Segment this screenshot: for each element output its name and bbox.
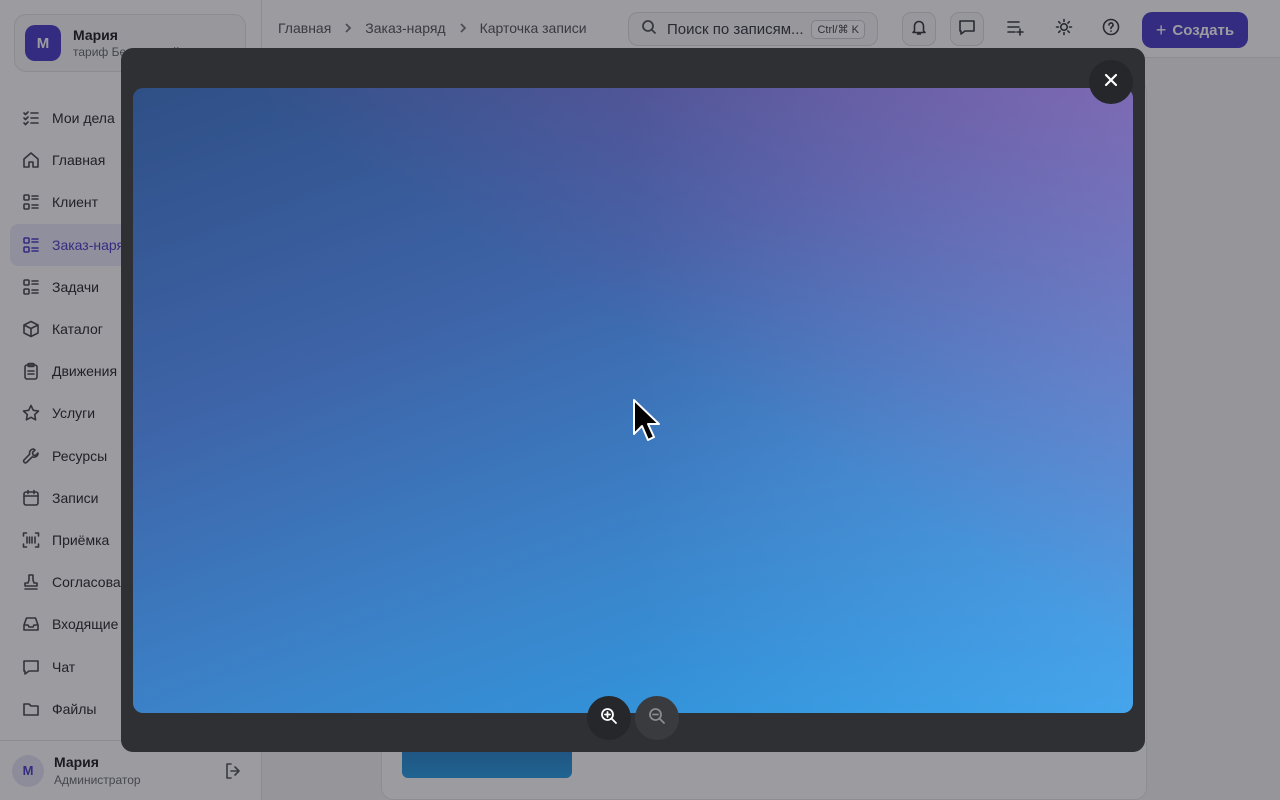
- mouse-pointer-icon: [633, 399, 660, 441]
- zoom-in-button[interactable]: [587, 696, 631, 740]
- zoom-out-button[interactable]: [635, 696, 679, 740]
- zoom-in-icon: [599, 706, 619, 731]
- zoom-out-icon: [647, 706, 667, 731]
- close-icon: [1103, 72, 1119, 93]
- close-button[interactable]: [1089, 60, 1133, 104]
